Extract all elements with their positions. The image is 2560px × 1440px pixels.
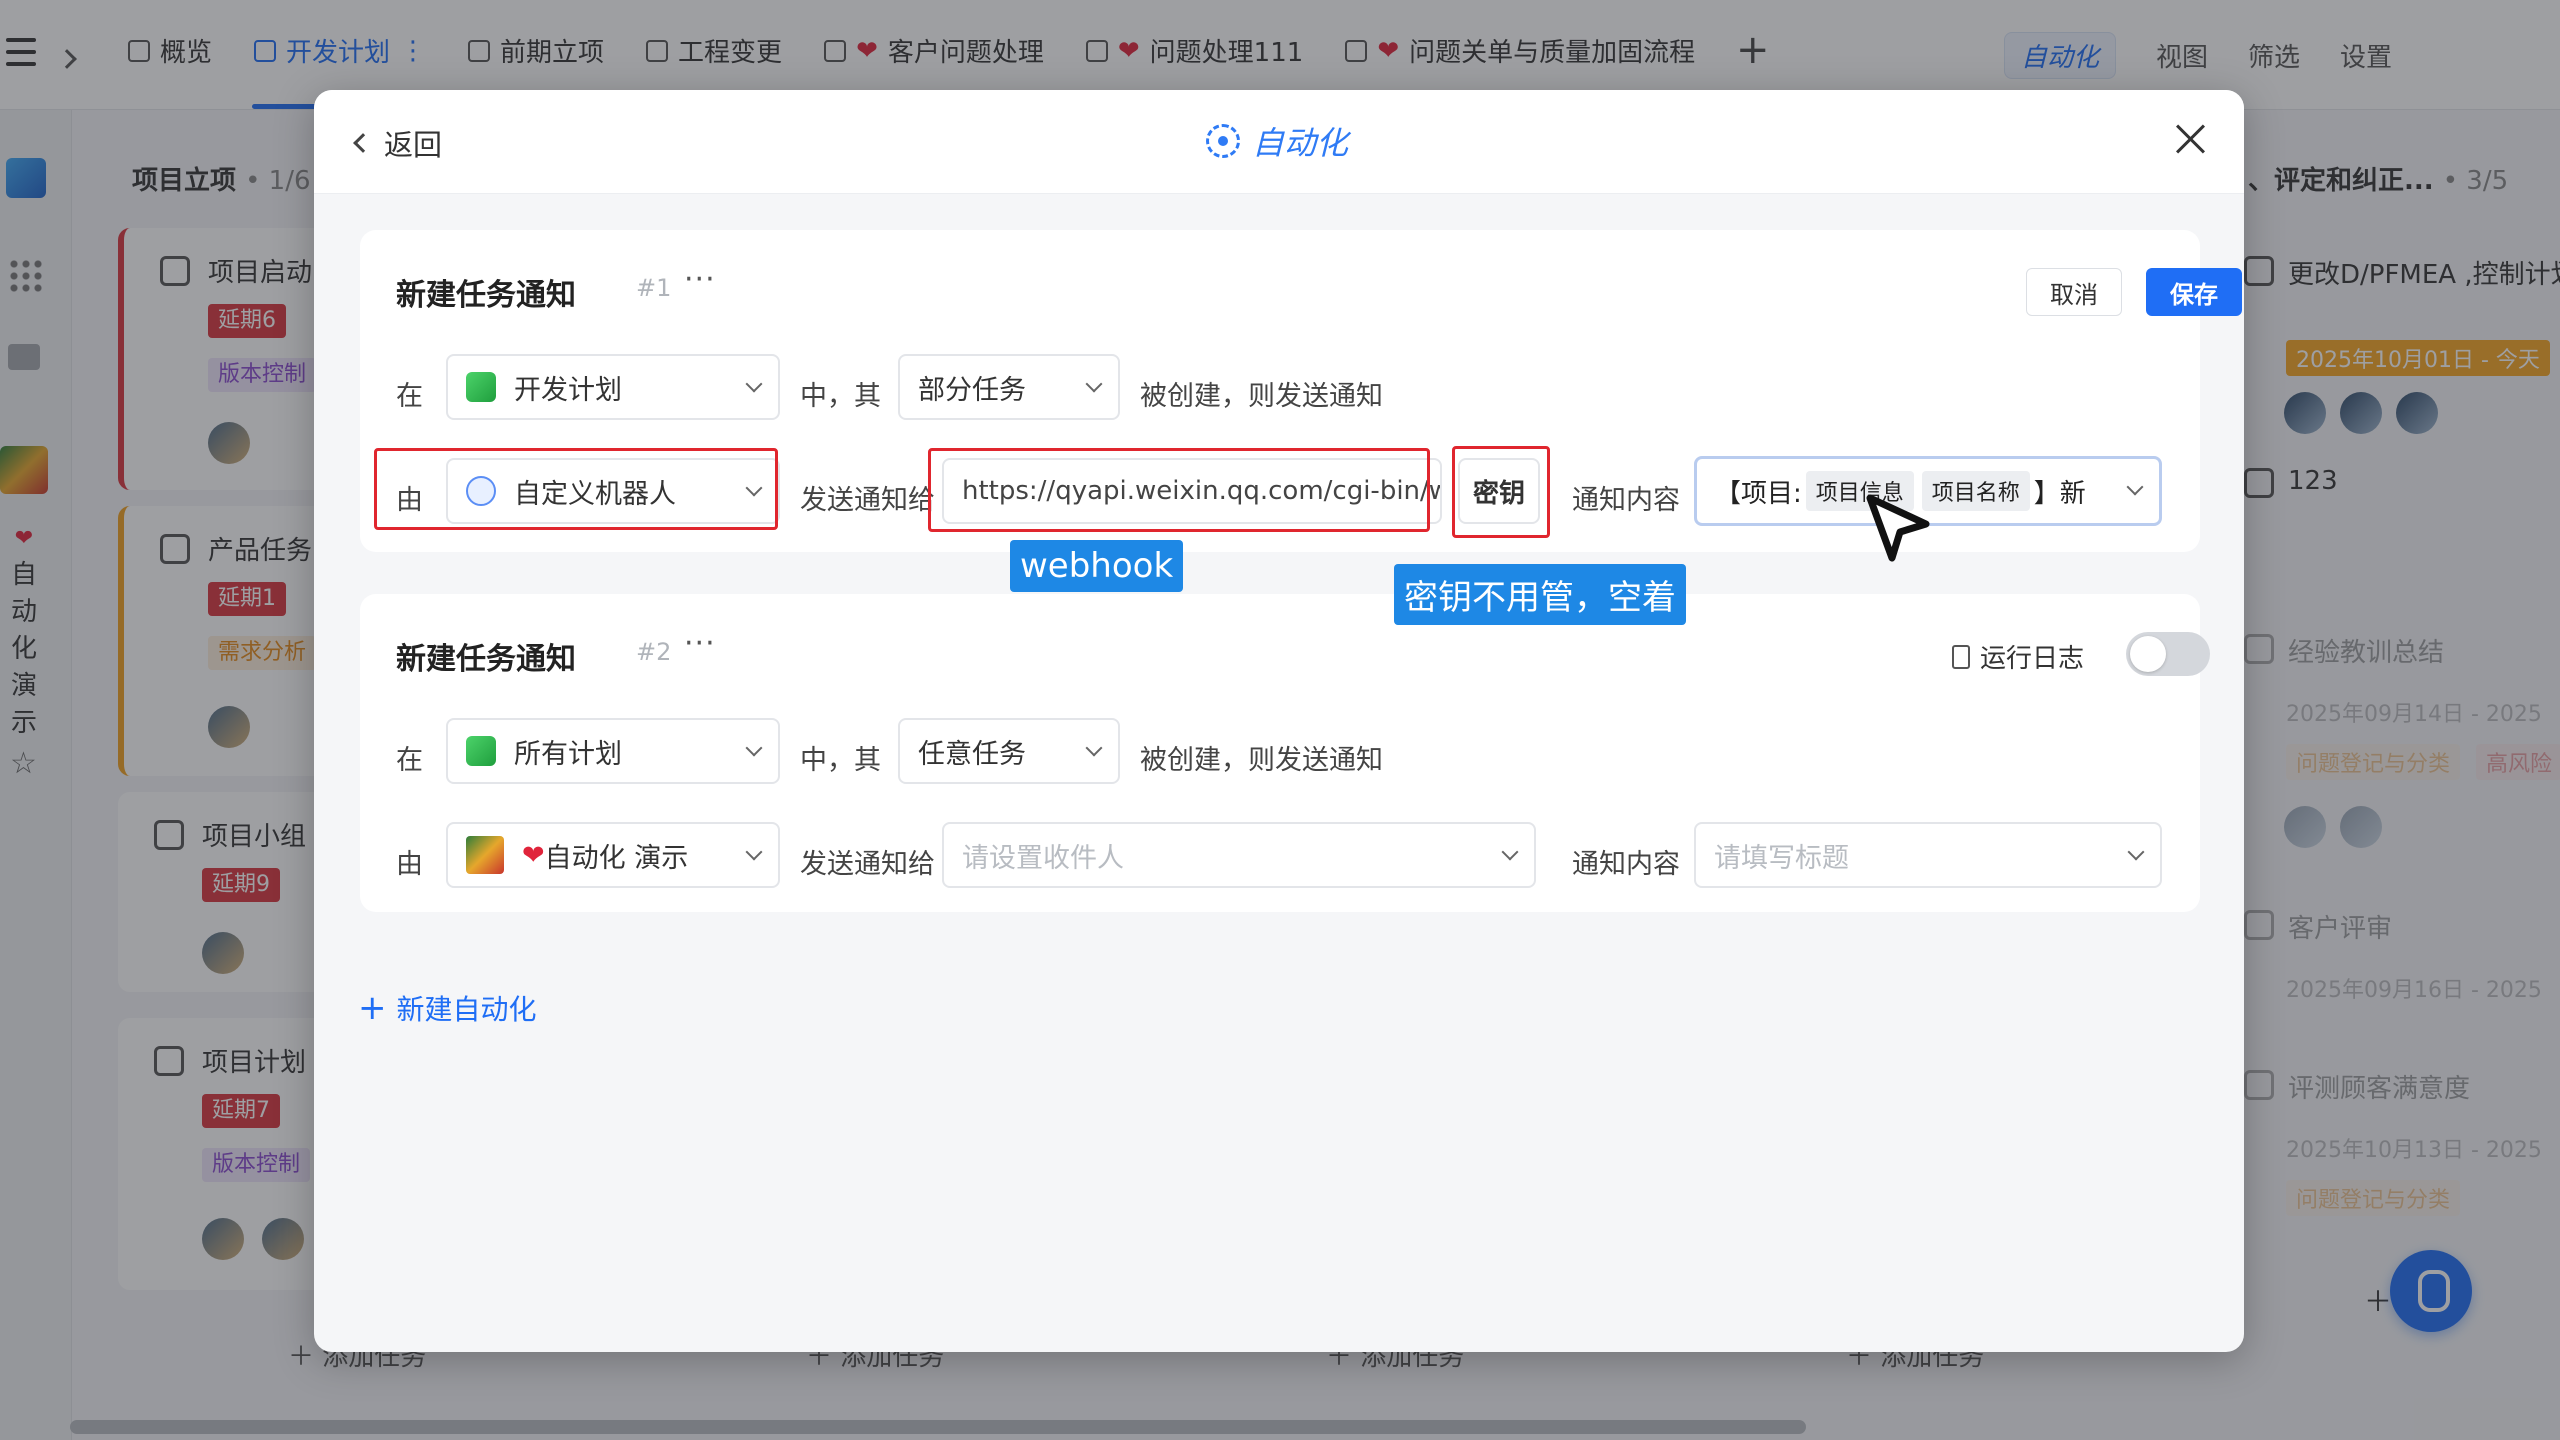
highlight-box [928,448,1430,532]
notification-content-select[interactable]: 请填写标题 [1694,822,2162,888]
chevron-left-icon [353,133,373,153]
rule-title: 新建任务通知 [396,278,576,313]
automation-icon [1206,124,1240,158]
more-options-icon[interactable]: ··· [684,262,716,297]
close-icon[interactable] [2174,122,2208,156]
chevron-down-icon [745,739,763,757]
automation-rule-2: 新建任务通知 #2 ··· 运行日志 在 所有计划 中，其 任意任务 被创建，则… [360,594,2210,912]
secret-note-callout: 密钥不用管，空着 [1394,564,1686,625]
highlight-box [374,448,778,530]
rule-title: 新建任务通知 [396,642,576,677]
run-log-button[interactable]: 运行日志 [1952,638,2084,675]
task-scope-select[interactable]: 任意任务 [898,718,1120,784]
chevron-down-icon [2127,843,2145,861]
highlight-box [1452,446,1550,538]
more-options-icon[interactable]: ··· [684,626,716,661]
space-avatar [466,836,504,874]
clipboard-icon [1952,644,1970,669]
plus-icon: + [358,988,387,1028]
rule-number: #2 [636,638,672,666]
recipient-select[interactable]: 请设置收件人 [942,822,1536,888]
plan-select[interactable]: 开发计划 [446,354,780,420]
field-chip: 项目名称 [1921,471,2030,511]
chevron-down-icon [2126,478,2144,496]
webhook-callout: webhook [1010,540,1184,592]
chevron-down-icon [1501,843,1519,861]
plan-select[interactable]: 所有计划 [446,718,780,784]
modal-header: 返回 自动化 [314,90,2244,194]
cancel-button[interactable]: 取消 [2026,268,2122,316]
chevron-down-icon [1085,375,1103,393]
back-button[interactable]: 返回 [353,122,442,164]
save-button[interactable]: 保存 [2146,268,2242,316]
new-automation-button[interactable]: + 新建自动化 [358,988,537,1028]
chevron-down-icon [745,375,763,393]
plan-icon [466,736,496,766]
modal-title: 自动化 [1206,118,1348,164]
automation-modal: 返回 自动化 新建任务通知 #1 ··· 取消 保存 在 开发计划 中，其 部分… [314,90,2244,1352]
heart-icon: ❤ [522,839,545,871]
chevron-down-icon [1085,739,1103,757]
plan-icon [466,372,496,402]
task-scope-select[interactable]: 部分任务 [898,354,1120,420]
sender-select[interactable]: ❤ 自动化 演示 [446,822,780,888]
chevron-down-icon [745,843,763,861]
rule-enable-toggle[interactable] [2126,632,2210,676]
rule-number: #1 [636,274,672,302]
mouse-cursor-icon [1866,494,1930,562]
